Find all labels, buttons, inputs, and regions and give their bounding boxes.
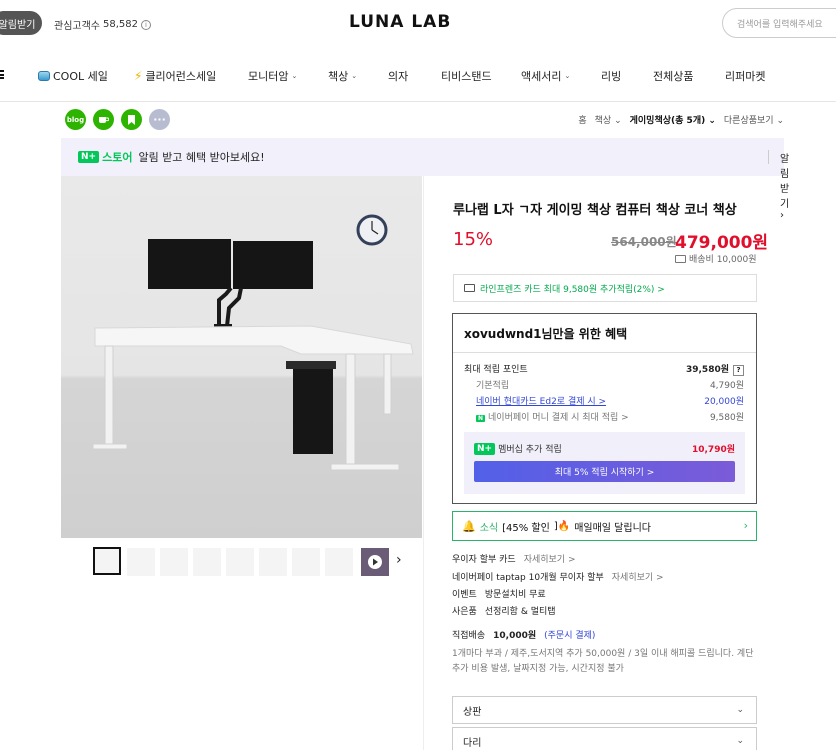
fire-icon: ]🔥 <box>553 520 571 532</box>
hyundai-card-link[interactable]: 네이버 현대카드 Ed2로 결제 시 > <box>476 394 606 407</box>
product-info-panel: 루나랩 L자 ㄱ자 게이밍 책상 컴퓨터 책상 코너 책상 15% 564,00… <box>423 176 784 750</box>
option-select-top[interactable]: 상판 ⌄ <box>452 696 757 724</box>
nav-item-living[interactable]: 리빙 <box>601 68 621 84</box>
shipping-payment-link[interactable]: (주문시 결제) <box>544 628 595 641</box>
info-icon[interactable]: i <box>141 19 151 30</box>
npay-installment-row: 네이버페이 taptap 10개월 무이자 할부 자세히보기 > <box>452 570 664 583</box>
npay-plus-badge: N+ <box>474 442 496 455</box>
banner-text: 알림 받고 혜택 받아보세요! <box>138 151 265 164</box>
member-benefit-box: xovudwnd1님만을 위한 혜택 최대 적립 포인트 39,580원? 기본… <box>452 313 757 504</box>
installment-more-link[interactable]: 자세히보기 > <box>524 552 576 565</box>
npay-installment-more-link[interactable]: 자세히보기 > <box>612 570 664 583</box>
divider <box>768 150 769 164</box>
thumbnail-strip: › <box>93 546 402 578</box>
menu-icon[interactable] <box>0 70 4 79</box>
basic-points-row: 기본적립 4,790원 <box>476 381 744 391</box>
membership-panel: N+ 멤버십 추가 적립 10,790원 최대 5% 적립 시작하기 > <box>464 432 745 494</box>
nav-item-chair[interactable]: 의자 <box>388 68 408 84</box>
cafe-share-icon[interactable] <box>93 109 114 130</box>
event-row: 이벤트 방문설치비 무료 <box>452 590 546 600</box>
shipping-info: 직접배송 10,000원 (주문시 결제) 1개마다 부과 / 제주,도서지역 … <box>452 628 757 677</box>
max-points-row: 최대 적립 포인트 39,580원? <box>464 362 744 376</box>
membership-start-button[interactable]: 최대 5% 적립 시작하기 > <box>474 461 735 482</box>
thumbnail-5[interactable] <box>226 548 254 576</box>
store-alarm-banner: N+ 스토어 알림 받고 혜택 받아보세요! 알림받기 › <box>61 138 789 221</box>
nav-item-monitor-arm[interactable]: 모니터암 ⌄ <box>248 68 297 84</box>
product-photo-illustration <box>92 214 414 471</box>
top-bar: 알림받기 관심고객수 58,582 i LUNA LAB 검색어를 입력해주세요 <box>0 0 836 46</box>
chevron-down-icon: ⌄ <box>351 72 358 80</box>
hyundai-card-row: 네이버 현대카드 Ed2로 결제 시 > 20,000원 <box>464 394 744 407</box>
membership-label: N+ 멤버십 추가 적립 <box>474 442 562 455</box>
help-icon[interactable]: ? <box>733 364 744 376</box>
thumbnail-6[interactable] <box>259 548 287 576</box>
truck-icon <box>675 254 686 263</box>
product-title: 루나랩 L자 ㄱ자 게이밍 책상 컴퓨터 책상 코너 책상 <box>453 203 737 218</box>
nav-item-all-products[interactable]: 전체상품 <box>653 68 693 84</box>
card-benefit-banner[interactable]: 라인프렌즈 카드 최대 9,580원 추가적립(2%) > <box>453 274 757 302</box>
news-banner[interactable]: 🔔 소식 [45% 할인 ]🔥 매일매일 달립니다 › <box>452 511 757 541</box>
original-price: 564,000원 <box>611 235 677 249</box>
cool-icon <box>38 71 50 81</box>
option-select-legs[interactable]: 다리 ⌄ <box>452 727 757 750</box>
breadcrumb-home[interactable]: 홈 <box>578 113 586 126</box>
search-input[interactable]: 검색어를 입력해주세요 <box>722 8 836 38</box>
nav-item-desk[interactable]: 책상 ⌄ <box>328 68 357 84</box>
bell-icon: 🔔 <box>462 519 476 533</box>
favorite-value: 58,582 <box>103 19 138 30</box>
breadcrumb-desk[interactable]: 책상 ⌄ <box>595 113 622 126</box>
bolt-icon: ⚡ <box>134 69 143 83</box>
shipping-line: 직접배송 10,000원 (주문시 결제) <box>452 628 757 641</box>
benefit-title: xovudwnd1님만을 위한 혜택 <box>464 327 628 341</box>
divider <box>453 352 756 353</box>
breadcrumb: 홈 책상 ⌄ 게이밍책상(총 5개) ⌄ 다른상품보기 ⌄ <box>578 113 784 126</box>
npay-money-row: N 네이버페이 머니 결제 시 최대 적립 > 9,580원 <box>476 413 744 423</box>
thumbnail-1[interactable] <box>93 547 121 575</box>
play-icon <box>368 555 382 569</box>
discount-rate: 15% <box>453 229 494 250</box>
shipping-description: 1개마다 부과 / 제주,도서지역 추가 50,000원 / 3일 이내 해피콜… <box>452 649 754 674</box>
chevron-down-icon: ⌄ <box>564 72 571 80</box>
membership-value: 10,790원 <box>691 445 735 455</box>
chevron-down-icon: ⌄ <box>736 705 744 715</box>
alarm-button[interactable]: 알림받기 <box>0 11 42 35</box>
sale-price: 479,000원 <box>675 233 769 253</box>
chevron-down-icon: ⌄ <box>291 72 298 80</box>
category-nav: COOL 세일 ⚡ 클리어런스세일 모니터암 ⌄ 책상 ⌄ 의자 티비스탠드 액… <box>0 46 836 102</box>
thumbnail-8[interactable] <box>325 548 353 576</box>
thumbnail-7[interactable] <box>292 548 320 576</box>
thumbnail-2[interactable] <box>127 548 155 576</box>
nav-item-accessory[interactable]: 액세서리 ⌄ <box>521 68 570 84</box>
product-main-image[interactable] <box>61 176 422 538</box>
favorite-count: 관심고객수 58,582 i <box>54 17 151 32</box>
video-thumbnail[interactable] <box>361 548 389 576</box>
more-share-icon[interactable]: ··· <box>149 109 170 130</box>
chevron-right-icon[interactable]: › <box>396 552 402 568</box>
bookmark-share-icon[interactable] <box>121 109 142 130</box>
chevron-down-icon: ⌄ <box>736 736 744 746</box>
nav-item-clearance[interactable]: ⚡ 클리어런스세일 <box>134 68 216 84</box>
nav-item-cool-sale[interactable]: COOL 세일 <box>38 68 108 84</box>
thumbnail-3[interactable] <box>160 548 188 576</box>
card-icon <box>464 284 475 292</box>
share-row: blog ··· <box>65 109 170 130</box>
chevron-right-icon: › <box>743 519 748 532</box>
blog-share-icon[interactable]: blog <box>65 109 86 130</box>
breadcrumb-other-products[interactable]: 다른상품보기 ⌄ <box>724 113 784 126</box>
store-logo[interactable]: LUNA LAB <box>349 12 451 32</box>
npay-plus-badge: N+ <box>78 151 100 163</box>
npay-icon: N <box>476 415 486 422</box>
store-label: 스토어 <box>102 151 133 164</box>
nav-item-refurb-market[interactable]: 리퍼마켓 <box>725 68 765 84</box>
npay-money-link[interactable]: 네이버페이 머니 결제 시 최대 적립 > <box>488 413 629 423</box>
breadcrumb-gaming-desk[interactable]: 게이밍책상(총 5개) ⌄ <box>630 113 716 126</box>
installment-card-row: 우이자 할부 카드 자세히보기 > <box>452 552 576 565</box>
thumbnail-4[interactable] <box>193 548 221 576</box>
shipping-fee: 배송비 10,000원 <box>675 252 756 265</box>
favorite-label: 관심고객수 <box>54 21 100 32</box>
gift-row: 사은품 선정리함 & 멀티탭 <box>452 607 556 617</box>
nav-item-tv-stand[interactable]: 티비스탠드 <box>441 68 492 84</box>
